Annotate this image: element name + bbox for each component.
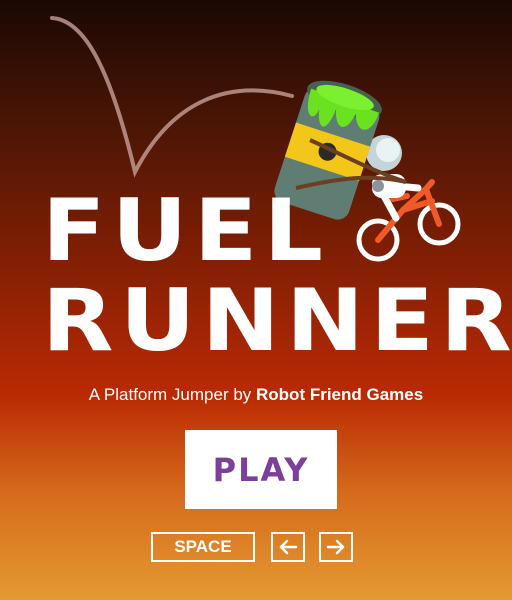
subtitle-prefix: A Platform Jumper by bbox=[88, 385, 257, 404]
right-arrow-key-hint[interactable] bbox=[319, 532, 353, 562]
studio-name: Robot Friend Games bbox=[256, 385, 424, 404]
game-title-line2: RUNNER bbox=[42, 271, 512, 371]
left-arrow-key-hint[interactable] bbox=[271, 532, 305, 562]
play-button[interactable]: PLAY bbox=[185, 430, 337, 509]
game-title-line1: FUEL bbox=[42, 181, 330, 281]
arrow-left-icon bbox=[279, 539, 298, 555]
game-subtitle: A Platform Jumper by Robot Friend Games bbox=[0, 385, 512, 405]
arrow-right-icon bbox=[326, 539, 345, 555]
space-key-hint[interactable]: SPACE bbox=[151, 532, 255, 562]
